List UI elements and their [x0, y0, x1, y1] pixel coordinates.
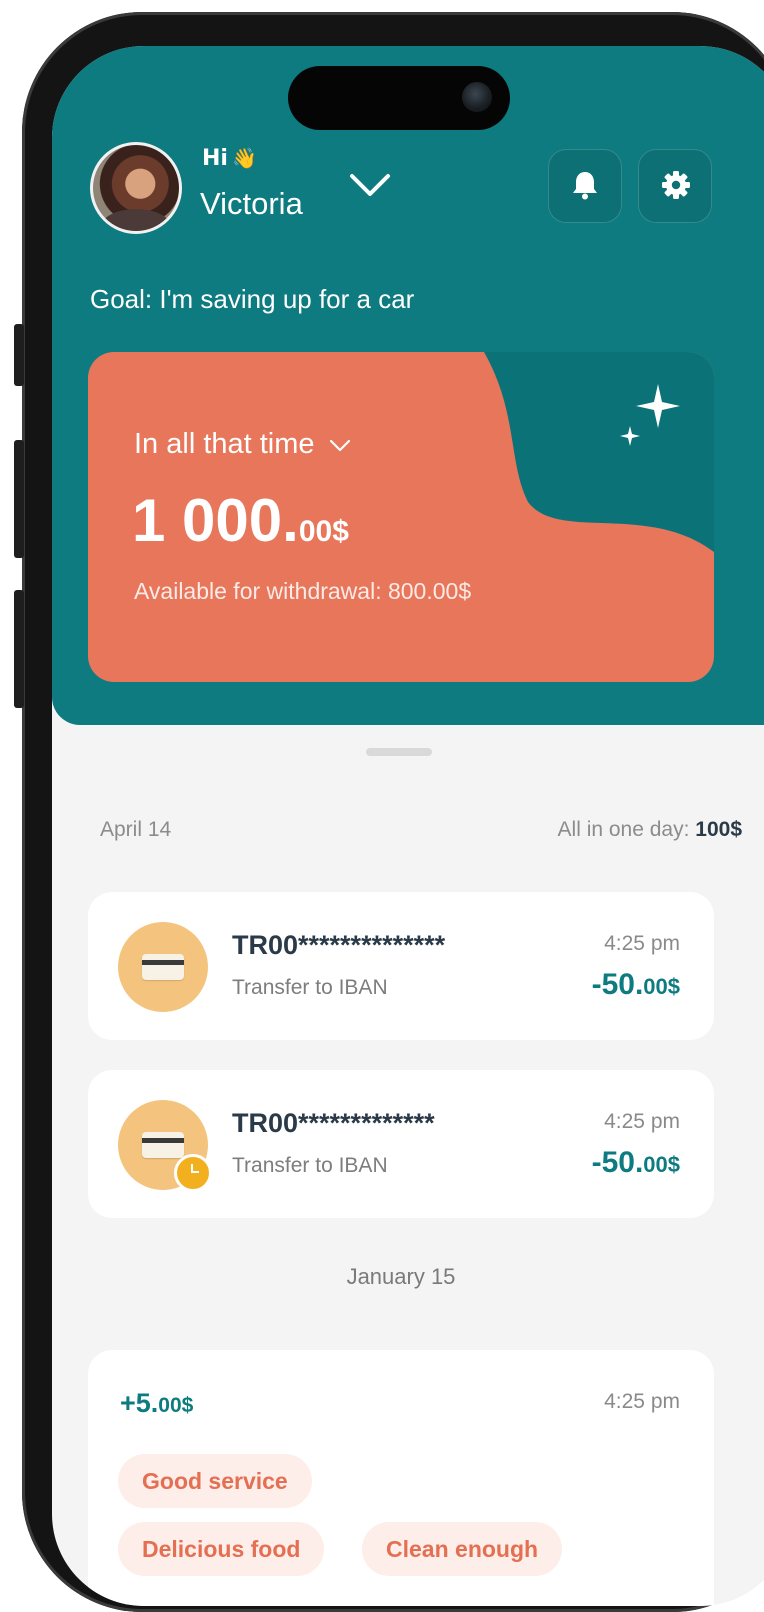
transaction-title: TR00************** [232, 930, 446, 960]
day-total: All in one day: 100$ [557, 818, 742, 841]
credit-card-icon [118, 922, 208, 1012]
greeting: Hi 👋 [202, 146, 257, 171]
balance-amount: 1 000.00$ [132, 487, 349, 554]
balance-card[interactable]: In all that time 1 000.00$ Available for… [88, 352, 714, 682]
transaction-amount: -50.00$ [591, 1146, 680, 1179]
transaction-subtitle: Transfer to IBAN [232, 976, 388, 999]
review-amount: +5.00$ [120, 1388, 194, 1418]
wave-icon: 👋 [231, 146, 257, 170]
bell-icon [573, 172, 597, 200]
chevron-down-icon[interactable] [348, 170, 392, 200]
transaction-amount: -50.00$ [591, 968, 680, 1001]
transaction-row[interactable]: TR00************* Transfer to IBAN 4:25 … [88, 1070, 714, 1218]
volume-down-button [14, 590, 24, 708]
mute-switch [14, 324, 24, 386]
app-screen: Hi 👋 Victoria Goal: I'm saving up for a … [52, 46, 764, 1606]
period-selector[interactable]: In all that time [134, 428, 351, 461]
review-time: 4:25 pm [604, 1390, 680, 1413]
transaction-title: TR00************* [232, 1108, 435, 1138]
sparkle-icon [620, 384, 680, 446]
review-card[interactable]: +5.00$ 4:25 pm Good service Delicious fo… [88, 1350, 714, 1606]
credit-card-icon [118, 1100, 212, 1192]
savings-goal: Goal: I'm saving up for a car [90, 284, 415, 314]
transaction-subtitle: Transfer to IBAN [232, 1154, 388, 1177]
header-panel: Hi 👋 Victoria Goal: I'm saving up for a … [52, 46, 764, 725]
dynamic-island [288, 66, 510, 130]
tag-clean-enough[interactable]: Clean enough [362, 1522, 563, 1576]
gear-icon [662, 171, 690, 199]
chevron-down-icon [329, 439, 350, 452]
notifications-button[interactable] [548, 149, 622, 223]
section-date: April 14 [100, 818, 172, 841]
camera-icon [462, 82, 492, 112]
transaction-row[interactable]: TR00************** Transfer to IBAN 4:25… [88, 892, 714, 1040]
transaction-time: 4:25 pm [604, 1110, 680, 1133]
clock-icon [174, 1154, 212, 1192]
available-for-withdrawal: Available for withdrawal: 800.00$ [134, 578, 472, 604]
section-date: January 15 [346, 1264, 456, 1289]
tag-good-service[interactable]: Good service [118, 1454, 312, 1508]
volume-up-button [14, 440, 24, 558]
transaction-time: 4:25 pm [604, 932, 680, 955]
user-name: Victoria [200, 186, 303, 221]
avatar[interactable] [90, 142, 182, 234]
settings-button[interactable] [638, 149, 712, 223]
tag-delicious-food[interactable]: Delicious food [118, 1522, 325, 1576]
sheet-drag-handle[interactable] [366, 748, 432, 756]
